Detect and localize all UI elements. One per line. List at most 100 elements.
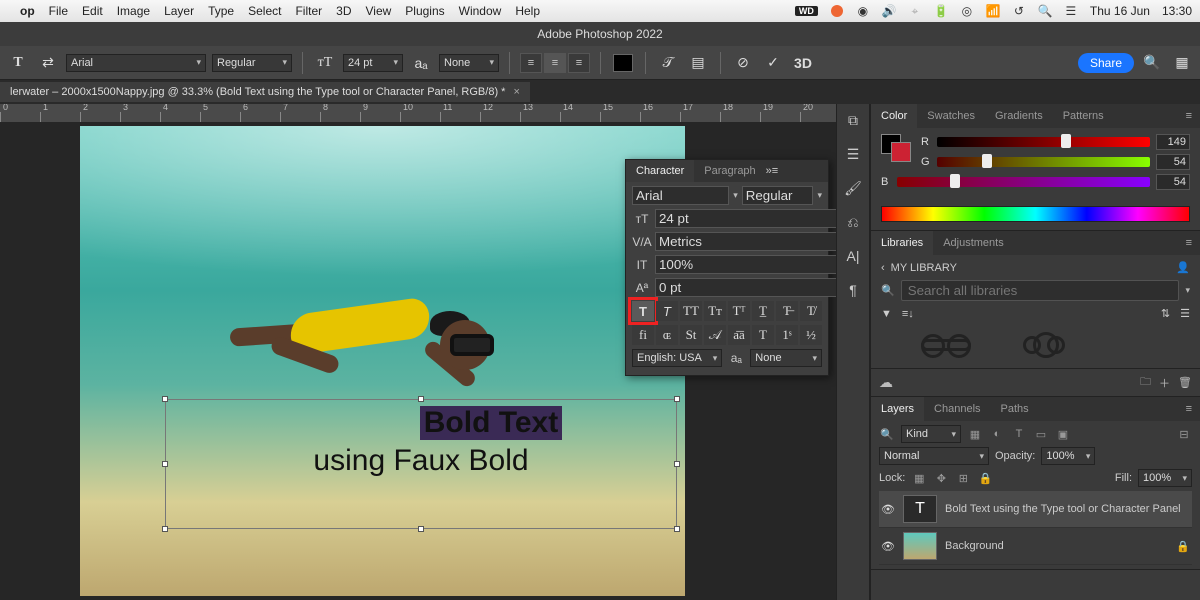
visibility-icon[interactable]: 👁 bbox=[881, 540, 895, 553]
menu-help[interactable]: Help bbox=[515, 4, 540, 18]
lock-artboard-icon[interactable]: ⊞ bbox=[955, 470, 971, 486]
char-aa-select[interactable]: None▾ bbox=[750, 349, 822, 367]
menu-select[interactable]: Select bbox=[248, 4, 281, 18]
properties-icon[interactable]: ☰ bbox=[843, 144, 863, 164]
paragraph-mini-icon[interactable]: ¶ bbox=[843, 280, 863, 300]
airdrop-icon[interactable]: ◎ bbox=[960, 4, 974, 18]
handle-tr[interactable] bbox=[674, 396, 680, 402]
handle-bm[interactable] bbox=[418, 526, 424, 532]
ot-contextual-button[interactable]: ɶ bbox=[656, 325, 678, 345]
libraries-search-input[interactable] bbox=[901, 280, 1180, 301]
value-r[interactable]: 149 bbox=[1156, 134, 1190, 150]
ot-ordinals-button[interactable]: 1ˢ bbox=[776, 325, 798, 345]
layer-row-background[interactable]: 👁 Background 🔒 bbox=[879, 528, 1192, 565]
control-center-icon[interactable]: ☰ bbox=[1064, 4, 1078, 18]
value-b[interactable]: 54 bbox=[1156, 174, 1190, 190]
search-icon[interactable]: 🔍 bbox=[1140, 51, 1164, 75]
tab-gradients[interactable]: Gradients bbox=[985, 104, 1053, 128]
blend-mode-select[interactable]: Normal▾ bbox=[879, 447, 989, 465]
value-g[interactable]: 54 bbox=[1156, 154, 1190, 170]
lib-item-rings[interactable] bbox=[1011, 330, 1081, 360]
lib-add-icon[interactable]: ＋ bbox=[1159, 375, 1170, 391]
tab-channels[interactable]: Channels bbox=[924, 397, 990, 421]
underline-button[interactable]: T̶ bbox=[776, 301, 798, 321]
menu-file[interactable]: File bbox=[49, 4, 68, 18]
document-tab[interactable]: lerwater – 2000x1500Nappy.jpg @ 33.3% (B… bbox=[0, 82, 530, 102]
slider-b[interactable] bbox=[897, 177, 1150, 187]
filter-shape-icon[interactable]: ▭ bbox=[1033, 426, 1049, 442]
antialias-select[interactable]: None▾ bbox=[439, 54, 499, 72]
text-color-chip[interactable] bbox=[611, 51, 635, 75]
tab-color[interactable]: Color bbox=[871, 104, 917, 128]
type-tool-icon[interactable]: T bbox=[6, 51, 30, 75]
handle-tm[interactable] bbox=[418, 396, 424, 402]
ot-discretionary-button[interactable]: St bbox=[680, 325, 702, 345]
char-baseline-input[interactable] bbox=[655, 278, 836, 297]
close-tab-icon[interactable]: × bbox=[513, 86, 519, 98]
list-view-icon[interactable]: ☰ bbox=[1180, 307, 1190, 320]
wifi-icon[interactable]: 📶 bbox=[986, 4, 1000, 18]
lock-position-icon[interactable]: ✥ bbox=[933, 470, 949, 486]
tab-character[interactable]: Character bbox=[626, 160, 694, 182]
handle-tl[interactable] bbox=[162, 396, 168, 402]
share-button[interactable]: Share bbox=[1078, 53, 1134, 73]
layer-name[interactable]: Background bbox=[945, 540, 1004, 552]
align-right-button[interactable]: ≡ bbox=[568, 53, 590, 73]
fg-bg-swatch[interactable] bbox=[881, 134, 913, 162]
faux-italic-button[interactable]: T bbox=[656, 301, 678, 321]
library-header[interactable]: ‹MY LIBRARY👤 bbox=[881, 261, 1190, 274]
handle-bl[interactable] bbox=[162, 526, 168, 532]
char-language-select[interactable]: English: USA▾ bbox=[632, 349, 722, 367]
back-icon[interactable]: ‹ bbox=[881, 262, 885, 274]
ot-ligatures-button[interactable]: fi bbox=[632, 325, 654, 345]
ot-stylistic-button[interactable]: a͞a bbox=[728, 325, 750, 345]
char-vscale-input[interactable] bbox=[655, 255, 836, 274]
wd-icon[interactable]: WD bbox=[795, 6, 818, 16]
char-style-input[interactable] bbox=[742, 186, 814, 205]
type-bounding-box[interactable]: Bold Text using Faux Bold bbox=[165, 399, 677, 529]
menubar-time[interactable]: 13:30 bbox=[1162, 4, 1192, 18]
menu-window[interactable]: Window bbox=[459, 4, 502, 18]
faux-bold-button[interactable]: T bbox=[632, 301, 654, 321]
layers-menu-icon[interactable]: ≡ bbox=[1178, 403, 1200, 415]
tab-paths[interactable]: Paths bbox=[991, 397, 1039, 421]
handle-br[interactable] bbox=[674, 526, 680, 532]
menu-image[interactable]: Image bbox=[117, 4, 150, 18]
menu-op[interactable]: op bbox=[20, 4, 35, 18]
lib-trash-icon[interactable]: 🗑 bbox=[1178, 376, 1192, 389]
slider-g[interactable] bbox=[937, 157, 1150, 167]
character-panel[interactable]: Character Paragraph » ≡ ▾ ▾ ᴛT▾ ↕A▾ V/A▾… bbox=[625, 159, 829, 376]
char-font-input[interactable] bbox=[632, 186, 729, 205]
filter-pixel-icon[interactable]: ▦ bbox=[967, 426, 983, 442]
align-center-button[interactable]: ≡ bbox=[544, 53, 566, 73]
canvas[interactable]: Bold Text using Faux Bold bbox=[80, 126, 685, 596]
volume-icon[interactable]: 🔊 bbox=[882, 4, 896, 18]
color-spectrum[interactable] bbox=[881, 206, 1190, 222]
libraries-menu-icon[interactable]: ≡ bbox=[1178, 237, 1200, 249]
history-icon[interactable]: ⧉ bbox=[843, 110, 863, 130]
char-kerning-input[interactable] bbox=[655, 232, 836, 251]
layer-name[interactable]: Bold Text using the Type tool or Charact… bbox=[945, 503, 1181, 515]
slider-r[interactable] bbox=[937, 137, 1150, 147]
menu-layer[interactable]: Layer bbox=[164, 4, 194, 18]
char-mini-icon[interactable]: A| bbox=[843, 246, 863, 266]
cloud-sync-icon[interactable]: ☁ bbox=[879, 374, 893, 391]
ot-titling-button[interactable]: T bbox=[752, 325, 774, 345]
tab-swatches[interactable]: Swatches bbox=[917, 104, 985, 128]
filter-smart-icon[interactable]: ▣ bbox=[1055, 426, 1071, 442]
canvas-text-line2[interactable]: using Faux Bold bbox=[166, 444, 676, 478]
strikethrough-button[interactable]: T̸ bbox=[800, 301, 822, 321]
character-panel-icon[interactable]: ▤ bbox=[686, 51, 710, 75]
tab-layers[interactable]: Layers bbox=[871, 397, 924, 421]
handle-ml[interactable] bbox=[162, 461, 168, 467]
sort-icon[interactable]: ≡↓ bbox=[902, 308, 914, 320]
warp-text-icon[interactable]: 𝒯 bbox=[656, 51, 680, 75]
layer-kind-select[interactable]: Kind▾ bbox=[901, 425, 961, 443]
filter-toggle[interactable]: ⊟ bbox=[1176, 426, 1192, 442]
tab-paragraph[interactable]: Paragraph bbox=[694, 160, 765, 182]
fill-select[interactable]: 100%▾ bbox=[1138, 469, 1192, 487]
orientation-icon[interactable]: ⇄ bbox=[36, 51, 60, 75]
lib-item-glasses[interactable] bbox=[911, 330, 981, 360]
align-left-button[interactable]: ≡ bbox=[520, 53, 542, 73]
visibility-icon[interactable]: 👁 bbox=[881, 503, 895, 516]
